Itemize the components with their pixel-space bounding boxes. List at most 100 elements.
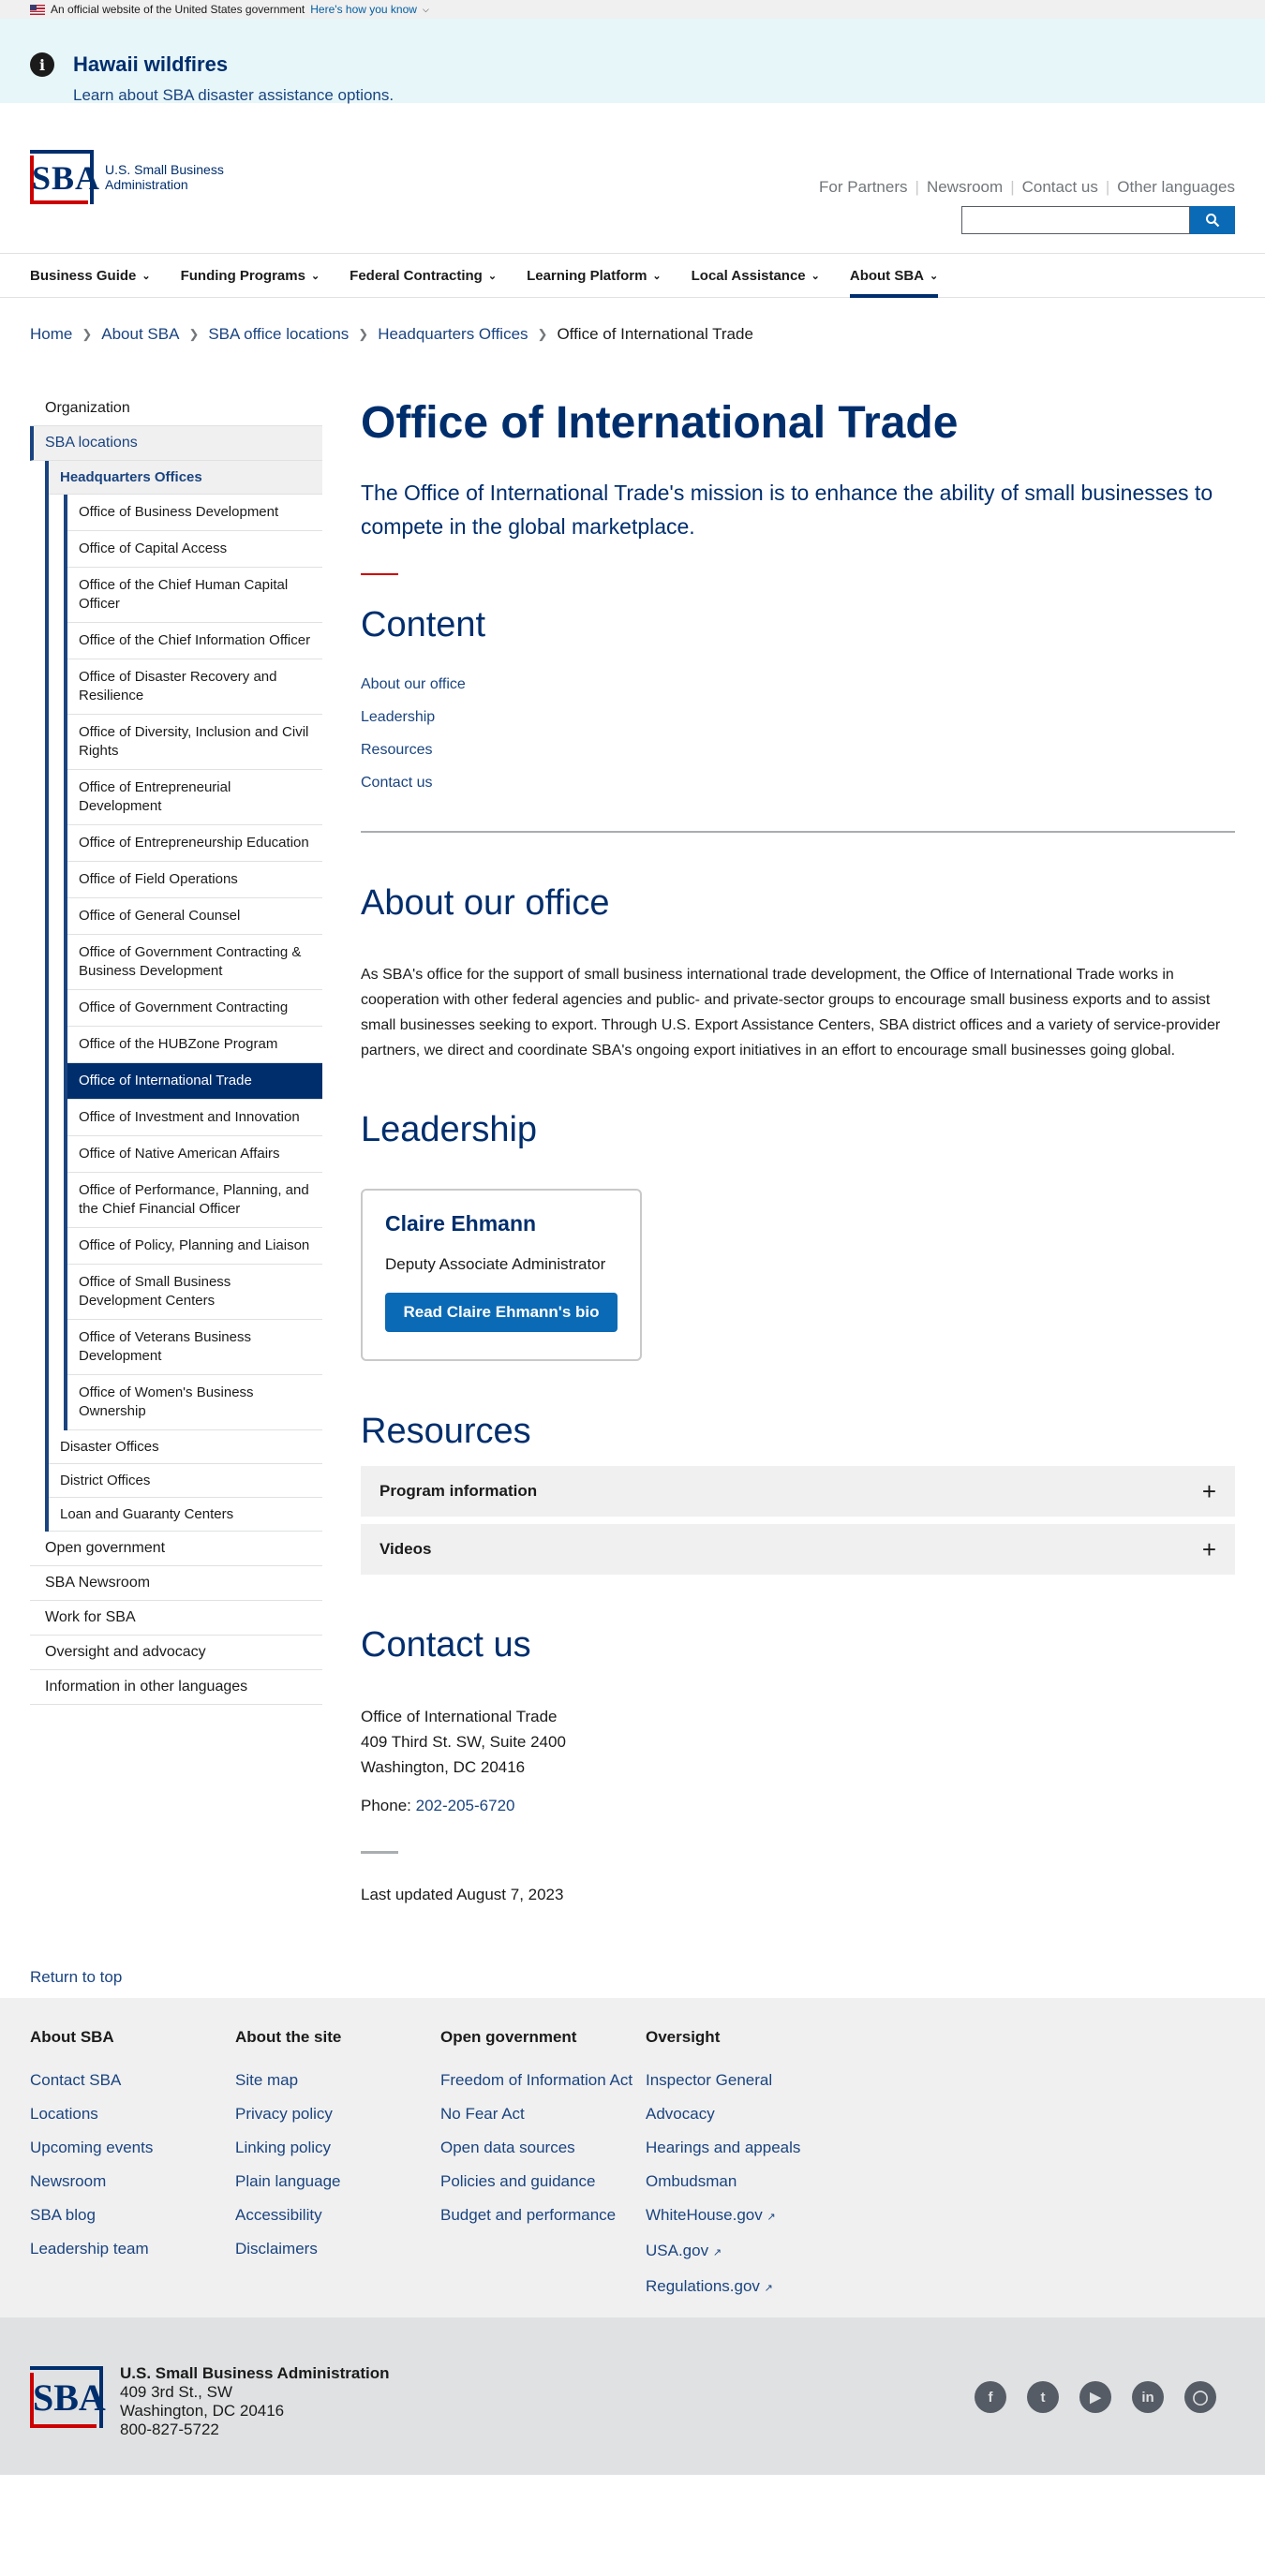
sidenav-item-newsroom[interactable]: SBA Newsroom [30,1566,322,1601]
alert-link[interactable]: Learn about SBA disaster assistance opti… [73,86,394,105]
chevron-down-icon: ⌄ [652,270,662,282]
gov-banner-link[interactable]: Here's how you know [310,3,417,16]
footer-link[interactable]: Hearings and appeals [646,2139,851,2157]
sidenav-item-disaster-offices[interactable]: Disaster Offices [49,1430,322,1464]
footer-link[interactable]: Budget and performance [440,2206,646,2225]
gov-banner-text: An official website of the United States… [51,3,305,16]
search-input[interactable] [961,206,1190,234]
sba-logo[interactable]: SBA U.S. Small Business Administration [30,150,224,204]
utility-link-contact[interactable]: Contact us [1022,178,1098,197]
footer-link[interactable]: Plain language [235,2172,440,2191]
nav-about-sba[interactable]: About SBA ⌄ [849,254,939,298]
footer-link-external[interactable]: USA.gov ↗ [646,2242,851,2262]
toc-link-about[interactable]: About our office [361,676,1235,693]
sidenav-subitem[interactable]: Office of Entrepreneurial Development [67,770,322,825]
breadcrumb-office-locations[interactable]: SBA office locations [208,325,349,344]
footer-link[interactable]: Contact SBA [30,2071,235,2090]
sidenav-item-oversight[interactable]: Oversight and advocacy [30,1636,322,1670]
sidenav-subitem[interactable]: Office of Field Operations [67,862,322,898]
footer-link[interactable]: Newsroom [30,2172,235,2191]
sba-footer-logo[interactable]: SBA [30,2366,106,2428]
footer-link[interactable]: Freedom of Information Act [440,2071,646,2090]
sidenav-subitem[interactable]: Office of Diversity, Inclusion and Civil… [67,715,322,770]
footer-column-title: Open government [440,2028,577,2046]
sidenav-item-open-government[interactable]: Open government [30,1532,322,1566]
sidenav-item-organization[interactable]: Organization [30,392,322,426]
sidenav-subitem[interactable]: Office of Entrepreneurship Education [67,825,322,862]
sidenav-subitem[interactable]: Office of the Chief Information Officer [67,623,322,659]
toc-link-leadership[interactable]: Leadership [361,709,1235,726]
sidenav-subitem[interactable]: Office of Investment and Innovation [67,1100,322,1136]
sidenav-subitem[interactable]: Office of Business Development [67,495,322,531]
accordion-program-information[interactable]: Program information + [361,1466,1235,1517]
sidenav-item-headquarters[interactable]: Headquarters Offices [49,461,322,495]
twitter-icon[interactable]: t [1027,2381,1059,2413]
linkedin-icon[interactable]: in [1132,2381,1164,2413]
breadcrumb-about-sba[interactable]: About SBA [101,325,179,344]
sidenav-subitem[interactable]: Office of Women's Business Ownership [67,1375,322,1430]
sidenav-item-loan-centers[interactable]: Loan and Guaranty Centers [49,1498,322,1532]
search-form [961,206,1235,234]
agency-street: 409 3rd St., SW [120,2383,232,2401]
sidenav-subitem[interactable]: Office of the Chief Human Capital Office… [67,568,322,623]
sidenav-subitem[interactable]: Office of Native American Affairs [67,1136,322,1173]
agency-city: Washington, DC 20416 [120,2402,285,2420]
sidenav-subitem[interactable]: Office of the HUBZone Program [67,1027,322,1063]
footer-link[interactable]: Policies and guidance [440,2172,646,2191]
footer-link[interactable]: Disclaimers [235,2240,440,2258]
breadcrumb-headquarters[interactable]: Headquarters Offices [378,325,528,344]
sidenav-subitem[interactable]: Office of Government Contracting & Busin… [67,935,322,990]
breadcrumb-home[interactable]: Home [30,325,72,344]
footer-link[interactable]: Leadership team [30,2240,235,2258]
footer-link[interactable]: SBA blog [30,2206,235,2225]
nav-federal-contracting[interactable]: Federal Contracting ⌄ [350,254,497,297]
sidenav-item-other-languages[interactable]: Information in other languages [30,1670,322,1705]
facebook-icon[interactable]: f [975,2381,1006,2413]
footer-link[interactable]: Accessibility [235,2206,440,2225]
sidenav-subitem[interactable]: Office of General Counsel [67,898,322,935]
sidenav-subitem[interactable]: Office of Capital Access [67,531,322,568]
sidenav-subitem[interactable]: Office of Policy, Planning and Liaison [67,1228,322,1265]
main-nav: Business Guide ⌄ Funding Programs ⌄ Federa… [0,253,1265,298]
sidenav-subitem[interactable]: Office of Small Business Development Cen… [67,1265,322,1320]
nav-local-assistance[interactable]: Local Assistance ⌄ [692,254,820,297]
footer-link-external[interactable]: WhiteHouse.gov ↗ [646,2206,851,2227]
accordion-videos[interactable]: Videos + [361,1524,1235,1575]
footer-column-open-government: Open government Freedom of Information A… [440,2028,646,2317]
utility-link-newsroom[interactable]: Newsroom [927,178,1003,197]
footer-link[interactable]: Upcoming events [30,2139,235,2157]
instagram-icon[interactable]: ◯ [1184,2381,1216,2413]
sidenav-subitem[interactable]: Office of Disaster Recovery and Resilien… [67,659,322,715]
search-button[interactable] [1190,206,1235,234]
sidenav-item-district-offices[interactable]: District Offices [49,1464,322,1498]
toc-link-contact[interactable]: Contact us [361,775,1235,792]
nav-learning-platform[interactable]: Learning Platform ⌄ [527,254,662,297]
footer-link[interactable]: Site map [235,2071,440,2090]
nav-business-guide[interactable]: Business Guide ⌄ [30,254,151,297]
read-bio-button[interactable]: Read Claire Ehmann's bio [385,1293,618,1332]
sidenav-subitem[interactable]: Office of Veterans Business Development [67,1320,322,1375]
sidenav-subitem[interactable]: Office of Government Contracting [67,990,322,1027]
return-to-top-link[interactable]: Return to top [30,1968,122,1986]
footer-link[interactable]: Open data sources [440,2139,646,2157]
phone-link[interactable]: 202-205-6720 [416,1797,515,1814]
utility-link-partners[interactable]: For Partners [819,178,907,197]
youtube-icon[interactable]: ▶ [1079,2381,1111,2413]
page-lead: The Office of International Trade's miss… [361,481,1213,539]
breadcrumb: Home ❯ About SBA ❯ SBA office locations … [0,298,1265,354]
footer-link[interactable]: No Fear Act [440,2105,646,2124]
footer-link[interactable]: Linking policy [235,2139,440,2157]
utility-link-languages[interactable]: Other languages [1117,178,1235,197]
toc-link-resources[interactable]: Resources [361,742,1235,759]
sidenav-subitem[interactable]: Office of Performance, Planning, and the… [67,1173,322,1228]
footer-link[interactable]: Privacy policy [235,2105,440,2124]
footer-link[interactable]: Locations [30,2105,235,2124]
footer-link[interactable]: Advocacy [646,2105,851,2124]
nav-funding-programs[interactable]: Funding Programs ⌄ [181,254,320,297]
sidenav-subitem-current[interactable]: Office of International Trade [67,1063,322,1100]
sidenav-item-work-for-sba[interactable]: Work for SBA [30,1601,322,1636]
footer-link[interactable]: Inspector General [646,2071,851,2090]
sidenav-item-sba-locations[interactable]: SBA locations [30,426,322,461]
footer-link[interactable]: Ombudsman [646,2172,851,2191]
footer-link-external[interactable]: Regulations.gov ↗ [646,2277,851,2298]
